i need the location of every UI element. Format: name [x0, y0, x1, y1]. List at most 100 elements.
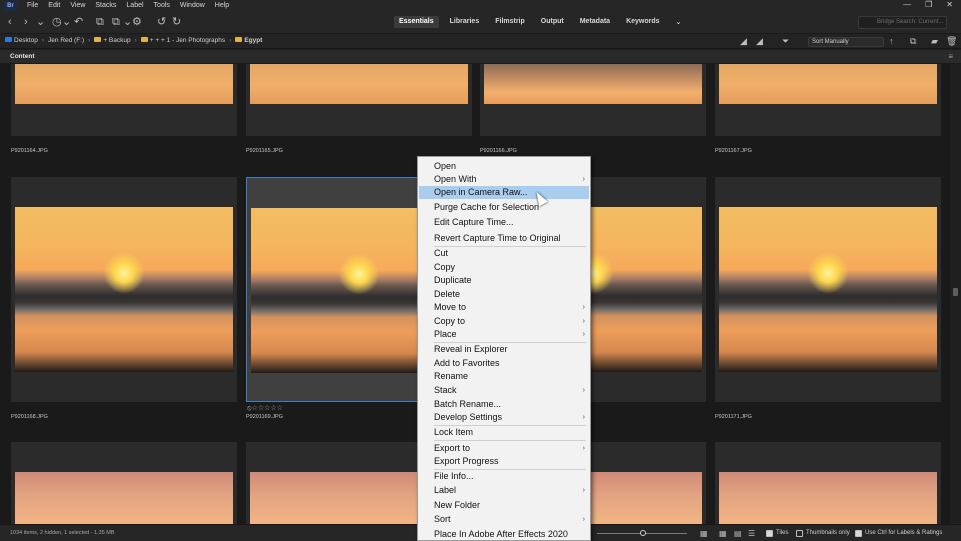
context-menu-item-place[interactable]: Place ›: [419, 328, 589, 341]
thumbnail-filename[interactable]: P9201166.JPG: [480, 148, 517, 154]
thumbnail-cell[interactable]: [715, 442, 941, 524]
thumbnail-filename[interactable]: P9201169.JPG: [246, 414, 283, 420]
sort-select[interactable]: Sort Manually: [808, 37, 884, 47]
context-menu-item-open-with[interactable]: Open With ›: [419, 173, 589, 186]
context-menu-item-copy-to[interactable]: Copy to ›: [419, 315, 589, 328]
grid-view-icon[interactable]: ▦: [700, 529, 708, 538]
context-menu-item-cut[interactable]: Cut: [419, 247, 589, 260]
sort-direction-button[interactable]: ↑: [889, 37, 894, 46]
thumbnail-filename[interactable]: P9201171.JPG: [715, 414, 752, 420]
context-menu-item-new-folder[interactable]: New Folder: [419, 499, 589, 512]
menu-file[interactable]: File: [27, 2, 38, 9]
search-input[interactable]: Bridge Search: Current...: [858, 16, 947, 29]
quality-icon[interactable]: ◢: [740, 37, 747, 46]
breadcrumb-desktop[interactable]: Desktop: [5, 37, 38, 44]
thumbnail-cell[interactable]: [11, 64, 237, 136]
thumbnail-cell[interactable]: [480, 64, 706, 136]
menu-tools[interactable]: Tools: [154, 2, 170, 9]
forward-icon[interactable]: ›: [24, 16, 28, 28]
context-menu-item-copy[interactable]: Copy: [419, 261, 589, 274]
menu-view[interactable]: View: [70, 2, 85, 9]
tab-libraries[interactable]: Libraries: [445, 16, 485, 28]
thumbnail-filename[interactable]: P9201165.JPG: [246, 148, 283, 154]
context-menu-item-duplicate[interactable]: Duplicate: [419, 274, 589, 287]
close-button[interactable]: ✕: [946, 0, 953, 10]
list-view-icon[interactable]: ☰: [748, 529, 755, 538]
menu-stacks[interactable]: Stacks: [95, 2, 116, 9]
slider-knob[interactable]: [639, 530, 646, 536]
copy-icon[interactable]: ⧉: [112, 16, 120, 28]
tab-metadata[interactable]: Metadata: [575, 16, 615, 28]
thumbnail-cell[interactable]: [246, 64, 472, 136]
boomerang-icon[interactable]: ↶: [74, 16, 83, 28]
context-menu-item-stack[interactable]: Stack ›: [419, 384, 589, 397]
workspace-more-icon[interactable]: ⌄: [671, 16, 687, 28]
rotate-right-icon[interactable]: ↻: [172, 16, 181, 28]
breadcrumb-backup[interactable]: + Backup: [94, 37, 131, 44]
history-icon[interactable]: ◷: [52, 16, 62, 28]
panel-menu-icon[interactable]: ≡: [948, 52, 953, 61]
context-menu-item-reveal-in-explorer[interactable]: Reveal in Explorer: [419, 343, 589, 356]
restore-button[interactable]: ❐: [925, 0, 932, 10]
context-menu-item-export-to[interactable]: Export to ›: [419, 442, 589, 455]
thumbnail-cell[interactable]: [715, 64, 941, 136]
thumbnail-filename[interactable]: P9201168.JPG: [11, 414, 48, 420]
context-menu-item-open-in-camera-raw[interactable]: Open in Camera Raw...: [419, 186, 589, 199]
tab-output[interactable]: Output: [536, 16, 569, 28]
context-menu-item-revert-capture-time-to-original[interactable]: Revert Capture Time to Original: [419, 232, 589, 245]
menu-edit[interactable]: Edit: [48, 2, 60, 9]
thumbnail-quality-icon[interactable]: ◢: [756, 37, 763, 46]
thumbnail-filename[interactable]: P9201164.JPG: [11, 148, 48, 154]
tiles-checkbox[interactable]: [766, 530, 773, 537]
open-recent-icon[interactable]: ⧉: [910, 37, 916, 46]
scrollbar-thumb[interactable]: [953, 288, 958, 296]
thumbnail-cell[interactable]: [11, 442, 237, 524]
back-icon[interactable]: ‹: [8, 16, 12, 28]
minimize-button[interactable]: —: [903, 0, 911, 10]
ctrl-labels-checkbox[interactable]: [855, 530, 862, 537]
context-menu-item-move-to[interactable]: Move to ›: [419, 301, 589, 314]
menu-label[interactable]: Label: [126, 2, 143, 9]
context-menu-item-edit-capture-time[interactable]: Edit Capture Time...: [419, 216, 589, 229]
thumbnail-cell[interactable]: [715, 177, 941, 402]
context-menu-item-export-progress[interactable]: Export Progress: [419, 455, 589, 468]
context-menu-item-open[interactable]: Open: [419, 160, 589, 173]
context-menu-item-add-to-favorites[interactable]: Add to Favorites: [419, 357, 589, 370]
context-menu-item-purge-cache-for-selection[interactable]: Purge Cache for Selection: [419, 201, 589, 214]
context-menu-item-rename[interactable]: Rename: [419, 370, 589, 383]
rotate-left-icon[interactable]: ↺: [157, 16, 166, 28]
context-menu-item-label: Duplicate: [434, 275, 472, 285]
thumbnails-only-checkbox[interactable]: [796, 530, 803, 537]
tab-filmstrip[interactable]: Filmstrip: [490, 16, 530, 28]
rating-stars[interactable]: ⦸☆☆☆☆☆: [247, 404, 283, 413]
menu-help[interactable]: Help: [215, 2, 229, 9]
content-scrollbar[interactable]: [950, 64, 961, 524]
chevron-down-icon[interactable]: ⌄: [123, 16, 132, 28]
menu-window[interactable]: Window: [180, 2, 205, 9]
filter-icon[interactable]: ⏷: [782, 37, 789, 46]
trash-icon[interactable]: 🗑: [946, 37, 957, 46]
details-view-icon[interactable]: ▤: [734, 529, 742, 538]
context-menu-item-sort[interactable]: Sort ›: [419, 513, 589, 526]
context-menu-item-place-in-adobe-after-effects-2020[interactable]: Place In Adobe After Effects 2020: [419, 528, 589, 540]
context-menu-item-lock-item[interactable]: Lock Item: [419, 426, 589, 439]
chevron-down-icon[interactable]: ⌄: [62, 16, 71, 28]
panel-title[interactable]: Content: [10, 53, 35, 60]
context-menu-item-label[interactable]: Label ›: [419, 484, 589, 497]
thumbnail-cell[interactable]: [11, 177, 237, 402]
thumbnail-filename[interactable]: P9201167.JPG: [715, 148, 752, 154]
context-menu-item-develop-settings[interactable]: Develop Settings ›: [419, 411, 589, 424]
tab-keywords[interactable]: Keywords: [621, 16, 664, 28]
breadcrumb-egypt[interactable]: Egypt: [235, 37, 262, 44]
context-menu-item-file-info[interactable]: File Info...: [419, 470, 589, 483]
thumbnail-view-icon[interactable]: ▦: [719, 529, 727, 538]
new-folder-icon[interactable]: ▰: [931, 37, 938, 46]
context-menu-item-batch-rename[interactable]: Batch Rename...: [419, 398, 589, 411]
breadcrumb-photographs[interactable]: + + + 1 - Jen Photographs: [140, 37, 225, 44]
context-menu-item-delete[interactable]: Delete: [419, 288, 589, 301]
breadcrumb-drive[interactable]: Jen Red (F:): [48, 37, 84, 44]
chevron-down-icon[interactable]: ⌄: [36, 16, 45, 28]
tab-essentials[interactable]: Essentials: [394, 16, 439, 28]
camera-icon[interactable]: ⧉: [96, 16, 104, 28]
refine-icon[interactable]: ⚙: [132, 16, 142, 28]
